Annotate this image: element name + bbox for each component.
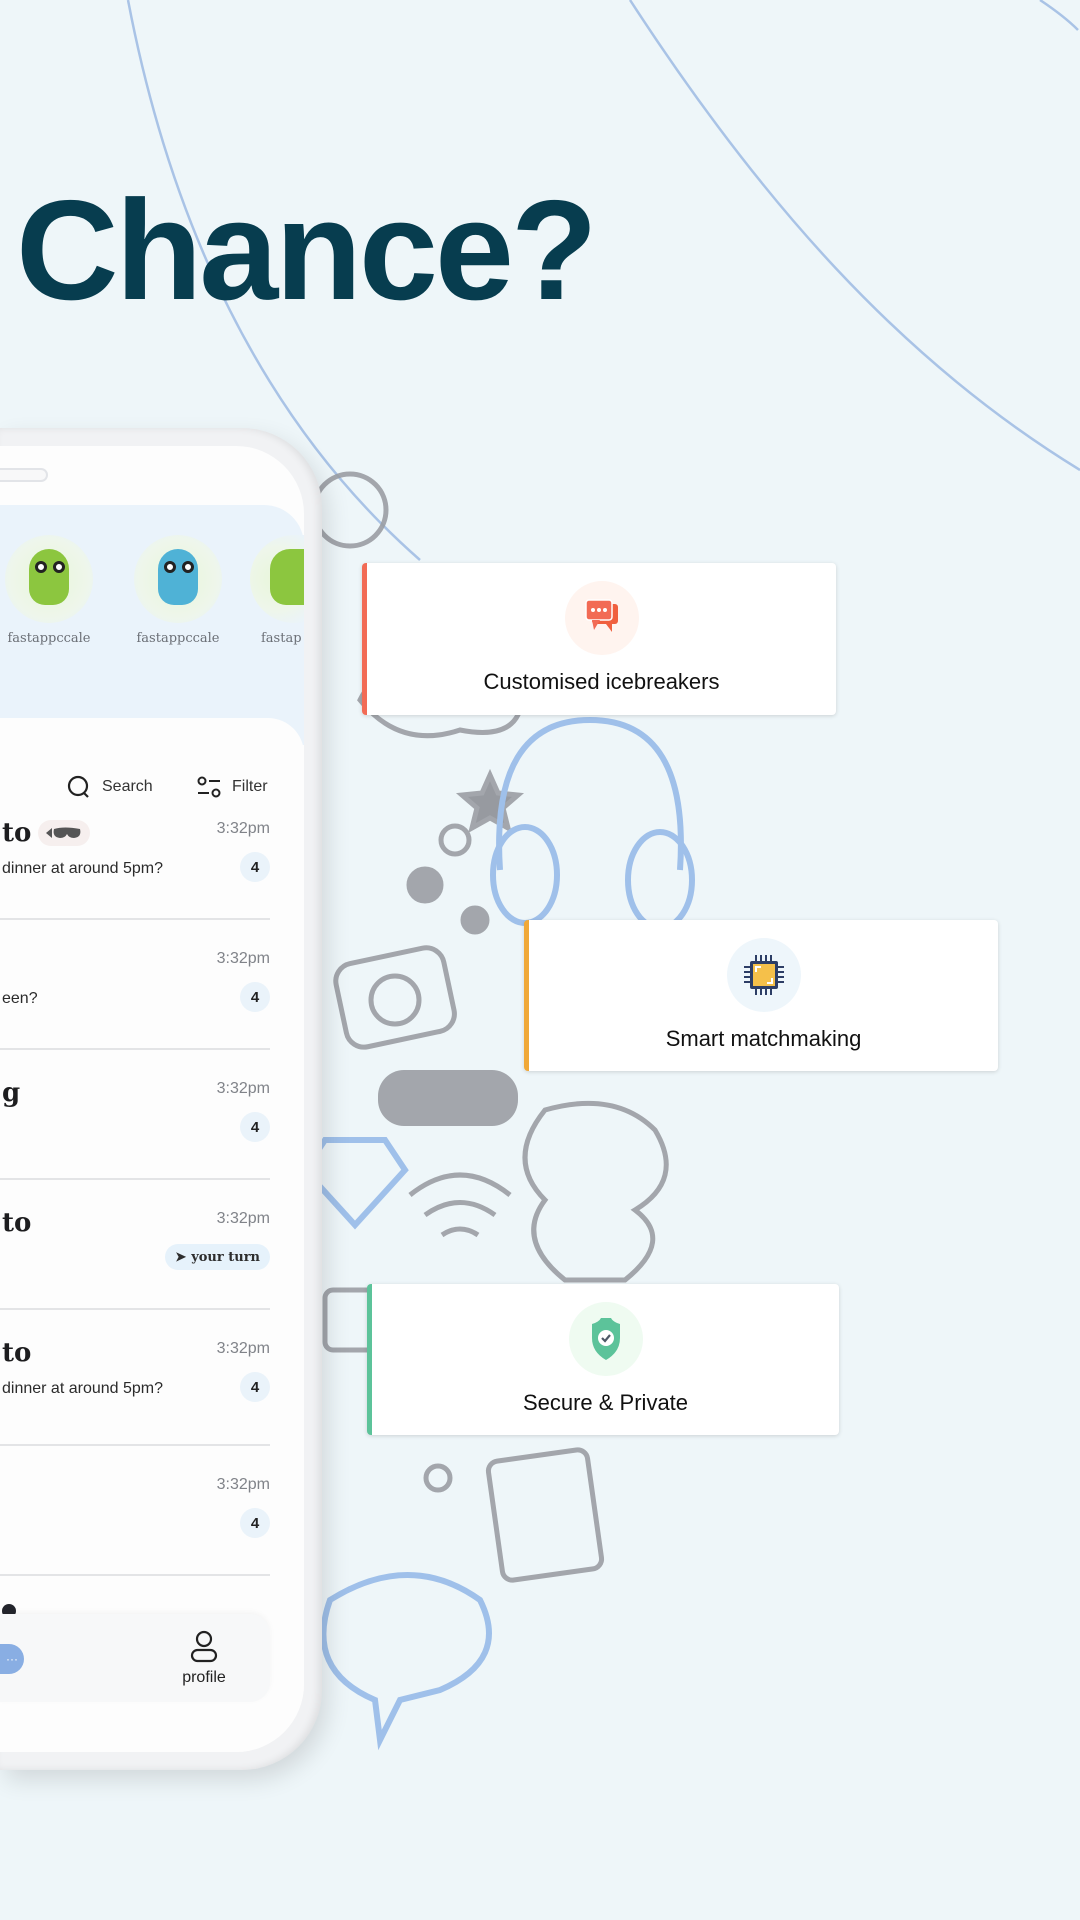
your-turn-badge: ➤ your turn	[165, 1244, 270, 1270]
story-item[interactable]: fastap	[234, 535, 304, 646]
background-curve	[628, 0, 1080, 472]
doodle-wifi	[408, 1172, 512, 1238]
chat-time: 3:32pm	[216, 1340, 270, 1357]
profile-icon	[190, 1630, 218, 1663]
doodle-headphones	[496, 716, 684, 871]
phone-notch	[0, 468, 48, 482]
story-label: fastappccale	[136, 631, 220, 646]
your-turn-label: your turn	[191, 1249, 260, 1265]
unread-badge: 4	[240, 982, 270, 1012]
chip-icon	[726, 938, 801, 1012]
doodle-fantastico-label	[378, 1070, 518, 1126]
send-arrow-icon: ➤	[175, 1249, 187, 1265]
chats-nav-icon[interactable]: ···	[0, 1644, 24, 1674]
feature-card-secure: Secure & Private	[367, 1284, 839, 1435]
story-item[interactable]: fastappccale	[0, 535, 98, 646]
bottom-nav: ··· profile	[0, 1614, 270, 1702]
avatar-green-monster	[5, 535, 93, 623]
phone-mockup: fastappccale fastappccale fastap Search …	[0, 428, 322, 1770]
mask-icon	[38, 820, 90, 846]
feature-card-matchmaking: Smart matchmaking	[524, 920, 998, 1071]
chat-time: 3:32pm	[216, 820, 270, 837]
chat-row[interactable]: g 3:32pm 4	[0, 1050, 270, 1180]
profile-nav-button[interactable]: profile	[169, 1630, 239, 1687]
chat-row[interactable]: 3:32pm 4	[0, 1446, 270, 1576]
chat-message: een?	[2, 990, 38, 1007]
avatar-green-monster	[250, 535, 304, 623]
feature-label: Secure & Private	[522, 1390, 689, 1415]
doodle-ice-cream	[522, 1100, 669, 1283]
unread-badge: 4	[240, 852, 270, 882]
chat-name: to	[2, 1338, 32, 1368]
chat-message: dinner at around 5pm?	[2, 1380, 163, 1397]
shield-check-icon	[568, 1302, 643, 1376]
chat-name: to	[2, 1208, 32, 1238]
chat-message: dinner at around 5pm?	[2, 860, 163, 877]
doodle-cup	[311, 471, 389, 549]
unread-badge: 4	[240, 1508, 270, 1538]
chat-name: g	[2, 1078, 21, 1108]
stories-bar: fastappccale fastappccale fastap	[0, 505, 304, 745]
avatar-blue-angel-monster	[134, 535, 222, 623]
feature-card-icebreakers: Customised icebreakers	[362, 563, 836, 715]
background-curve	[1039, 0, 1079, 31]
chat-row[interactable]: to 3:32pm dinner at around 5pm? 4	[0, 790, 270, 920]
unread-badge: 4	[240, 1372, 270, 1402]
headline: Chance?	[16, 171, 598, 330]
story-label: fastappccale	[7, 631, 91, 646]
feature-label: Customised icebreakers	[483, 669, 720, 694]
doodle-bubble	[438, 823, 472, 857]
chat-row[interactable]: to 3:32pm dinner at around 5pm? 4	[0, 1310, 270, 1446]
doodle-yes-bubble	[320, 1572, 492, 1751]
chat-bubbles-icon	[564, 581, 639, 655]
chat-time: 3:32pm	[216, 1476, 270, 1493]
chat-name: to	[2, 818, 32, 848]
chat-time: 3:32pm	[216, 950, 270, 967]
phone-screen: fastappccale fastappccale fastap Search …	[0, 446, 304, 1752]
doodle-book	[485, 1447, 605, 1583]
story-item[interactable]: fastappccale	[113, 535, 243, 646]
chat-time: 3:32pm	[216, 1080, 270, 1097]
chat-row[interactable]: to 3:32pm ➤ your turn	[0, 1180, 270, 1310]
chat-time: 3:32pm	[216, 1210, 270, 1227]
chat-row[interactable]: 3:32pm een? 4	[0, 920, 270, 1050]
profile-label: profile	[182, 1669, 226, 1686]
feature-label: Smart matchmaking	[665, 1026, 862, 1051]
doodle-camera	[333, 945, 457, 1050]
unread-badge: 4	[240, 1112, 270, 1142]
story-label: fastap	[261, 631, 302, 646]
